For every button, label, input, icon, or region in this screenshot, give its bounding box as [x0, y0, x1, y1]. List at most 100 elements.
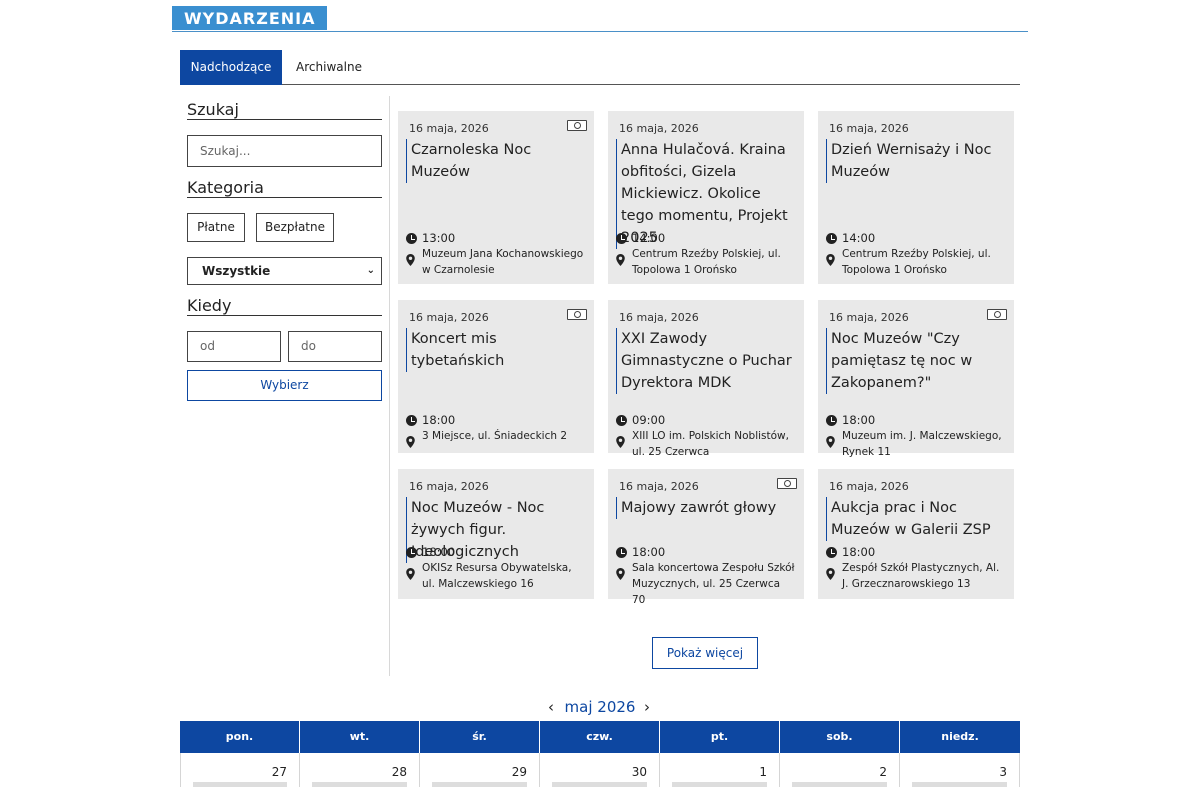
- event-card[interactable]: 16 maja, 2026 Czarnoleska Noc Muzeów 13:00…: [398, 111, 594, 284]
- clock-icon: [406, 415, 417, 426]
- event-location: XIII LO im. Polskich Noblistów, ul. 25 C…: [632, 430, 789, 458]
- calendar-event-bar[interactable]: [672, 782, 767, 787]
- section-header: WYDARZENIA: [172, 6, 1028, 32]
- calendar-month-label: maj 2026: [564, 698, 636, 716]
- event-time-row: 18:00: [826, 413, 946, 429]
- event-time: 14:00: [632, 231, 666, 245]
- map-pin-icon: [826, 436, 835, 448]
- event-location-row: Centrum Rzeźby Polskiej, ul. Topolowa 1 …: [616, 246, 796, 280]
- event-title[interactable]: Aukcja prac i Noc Muzeów w Galerii ZSP: [826, 497, 1006, 541]
- event-location: 3 Miejsce, ul. Śniadeckich 2: [422, 430, 568, 442]
- calendar-event-bar[interactable]: [792, 782, 887, 787]
- tab-archive[interactable]: Archiwalne: [282, 50, 376, 85]
- event-title[interactable]: XXI Zawody Gimnastyczne o Puchar Dyrekto…: [616, 328, 796, 394]
- event-location-row: Muzeum im. J. Malczewskiego, Rynek 11: [826, 428, 1006, 462]
- banknote-icon: [987, 309, 1007, 320]
- event-card[interactable]: 16 maja, 2026 Koncert mis tybetańskich 18:…: [398, 300, 594, 453]
- calendar-day-cell[interactable]: 29: [420, 753, 540, 787]
- event-date: 16 maja, 2026: [829, 480, 909, 493]
- event-card[interactable]: 16 maja, 2026 Dzień Wernisaży i Noc Muzeó…: [818, 111, 1014, 284]
- calendar-grid: 27 28 29 30 1 2 3: [180, 753, 1020, 787]
- date-from-input[interactable]: od: [187, 331, 281, 362]
- weekday-header: pt.: [660, 721, 780, 753]
- calendar-event-bar[interactable]: [312, 782, 407, 787]
- calendar-day-cell[interactable]: 30: [540, 753, 660, 787]
- event-time: 14:00: [842, 231, 876, 245]
- weekday-header: pon.: [180, 721, 300, 753]
- event-time-row: 14:00: [826, 231, 946, 247]
- calendar-day-cell[interactable]: 28: [300, 753, 420, 787]
- event-time-row: 18:00: [406, 545, 526, 561]
- event-location: Muzeum im. J. Malczewskiego, Rynek 11: [842, 430, 1002, 458]
- search-input[interactable]: [187, 135, 382, 167]
- clock-icon: [406, 547, 417, 558]
- event-title[interactable]: Koncert mis tybetańskich: [406, 328, 586, 372]
- event-title[interactable]: Majowy zawrót głowy: [616, 497, 796, 519]
- event-card[interactable]: 16 maja, 2026 Majowy zawrót głowy 18:00 Sal…: [608, 469, 804, 606]
- next-month-icon[interactable]: ›: [640, 696, 654, 718]
- event-location-row: XIII LO im. Polskich Noblistów, ul. 25 C…: [616, 428, 796, 462]
- chevron-down-icon: ⌄: [366, 265, 375, 276]
- tab-upcoming[interactable]: Nadchodzące: [180, 50, 282, 85]
- prev-month-icon[interactable]: ‹: [544, 696, 558, 718]
- event-date: 16 maja, 2026: [829, 122, 909, 135]
- map-pin-icon: [406, 254, 415, 266]
- event-title[interactable]: Noc Muzeów "Czy pamiętasz tę noc w Zakop…: [826, 328, 1006, 394]
- event-location: Zespół Szkół Plastycznych, Al. J. Grzecz…: [842, 562, 1000, 590]
- event-card[interactable]: 16 maja, 2026 Noc Muzeów "Czy pamiętasz t…: [818, 300, 1014, 458]
- event-time-row: 18:00: [616, 545, 736, 561]
- calendar-day-number: 1: [759, 765, 767, 779]
- event-title[interactable]: Czarnoleska Noc Muzeów: [406, 139, 586, 183]
- event-location-row: Sala koncertowa Zespołu Szkół Muzycznych…: [616, 560, 796, 606]
- category-select[interactable]: Wszystkie ⌄: [187, 257, 382, 285]
- calendar-day-cell[interactable]: 27: [180, 753, 300, 787]
- weekday-header: niedz.: [941, 730, 979, 743]
- calendar-day-number: 30: [631, 765, 647, 779]
- event-date: 16 maja, 2026: [619, 122, 699, 135]
- clock-icon: [406, 233, 417, 244]
- calendar-day-cell[interactable]: 2: [780, 753, 900, 787]
- map-pin-icon: [826, 254, 835, 266]
- event-time: 18:00: [422, 413, 456, 427]
- event-location-row: Centrum Rzeźby Polskiej, ul. Topolowa 1 …: [826, 246, 1006, 280]
- category-select-value: Wszystkie: [202, 264, 271, 278]
- event-card[interactable]: 16 maja, 2026 Aukcja prac i Noc Muzeów w …: [818, 469, 1014, 599]
- event-date: 16 maja, 2026: [409, 311, 489, 324]
- calendar-event-bar[interactable]: [912, 782, 1007, 787]
- clock-icon: [826, 233, 837, 244]
- clock-icon: [616, 233, 627, 244]
- map-pin-icon: [616, 568, 625, 580]
- calendar-weekday-header: pon. wt. śr. czw. pt. sob. niedz.: [180, 721, 1020, 753]
- weekday-header: śr.: [420, 721, 540, 753]
- event-time: 18:00: [842, 413, 876, 427]
- event-date: 16 maja, 2026: [619, 311, 699, 324]
- calendar-event-bar[interactable]: [193, 782, 287, 787]
- event-time: 09:00: [632, 413, 666, 427]
- event-time-row: 18:00: [406, 413, 526, 429]
- show-more-button[interactable]: Pokaż więcej: [652, 637, 758, 669]
- event-date: 16 maja, 2026: [409, 122, 489, 135]
- paid-filter-button[interactable]: Płatne: [187, 213, 245, 242]
- event-location: OKISz Resursa Obywatelska, ul. Malczewsk…: [422, 562, 572, 590]
- calendar-event-bar[interactable]: [552, 782, 647, 787]
- calendar-event-bar[interactable]: [432, 782, 527, 787]
- event-card[interactable]: 16 maja, 2026 Anna Hulačová. Kraina obfit…: [608, 111, 804, 284]
- event-card[interactable]: 16 maja, 2026 XXI Zawody Gimnastyczne o P…: [608, 300, 804, 458]
- date-to-input[interactable]: do: [288, 331, 382, 362]
- free-filter-button[interactable]: Bezpłatne: [256, 213, 334, 242]
- map-pin-icon: [826, 568, 835, 580]
- event-time: 13:00: [422, 231, 456, 245]
- event-title[interactable]: Dzień Wernisaży i Noc Muzeów: [826, 139, 1006, 183]
- choose-button[interactable]: Wybierz: [187, 370, 382, 401]
- calendar-day-number: 27: [271, 765, 287, 779]
- event-card[interactable]: 16 maja, 2026 Noc Muzeów - Noc żywych fig…: [398, 469, 594, 599]
- event-time-row: 14:00: [616, 231, 736, 247]
- event-time: 18:00: [632, 545, 666, 559]
- calendar-day-cell[interactable]: 3: [900, 753, 1020, 787]
- weekday-header: czw.: [540, 721, 660, 753]
- calendar-day-number: 29: [511, 765, 527, 779]
- calendar-day-cell[interactable]: 1: [660, 753, 780, 787]
- weekday-header: wt.: [300, 721, 420, 753]
- clock-icon: [826, 547, 837, 558]
- map-pin-icon: [406, 436, 415, 448]
